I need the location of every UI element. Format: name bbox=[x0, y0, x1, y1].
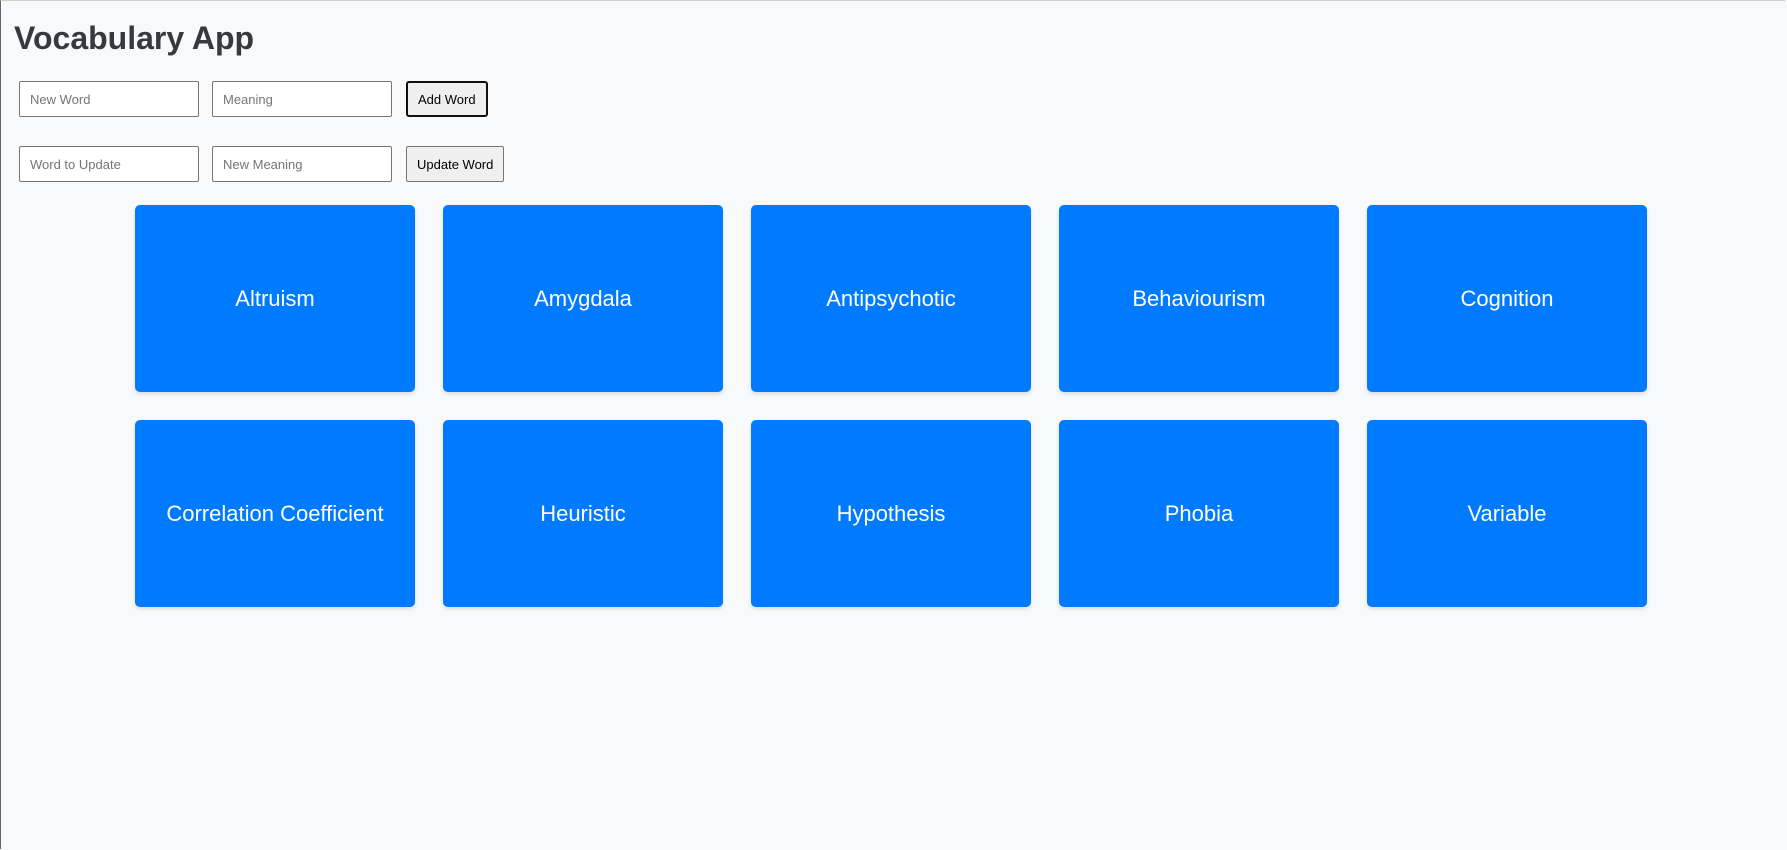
word-card-label: Cognition bbox=[1460, 285, 1554, 311]
word-card[interactable]: Phobia bbox=[1059, 420, 1339, 607]
meaning-input[interactable] bbox=[212, 81, 392, 117]
word-card[interactable]: Heuristic bbox=[443, 420, 723, 607]
word-card-label: Heuristic bbox=[540, 500, 626, 526]
word-card[interactable]: Altruism bbox=[135, 205, 415, 392]
word-card-label: Hypothesis bbox=[836, 500, 946, 526]
word-card-label: Altruism bbox=[235, 285, 315, 311]
word-card-label: Correlation Coefficient bbox=[166, 500, 384, 526]
word-card[interactable]: Cognition bbox=[1367, 205, 1647, 392]
word-card-label: Amygdala bbox=[534, 285, 632, 311]
word-to-update-input[interactable] bbox=[19, 146, 199, 182]
word-card[interactable]: Amygdala bbox=[443, 205, 723, 392]
word-card[interactable]: Antipsychotic bbox=[751, 205, 1031, 392]
word-card-label: Phobia bbox=[1164, 500, 1234, 526]
page-title: Vocabulary App bbox=[14, 20, 255, 56]
word-card-grid: Altruism Amygdala Antipsychotic Behaviou… bbox=[135, 205, 1647, 607]
add-word-form: Add Word bbox=[19, 81, 488, 117]
word-card-label: Variable bbox=[1467, 500, 1547, 526]
word-card[interactable]: Correlation Coefficient bbox=[135, 420, 415, 607]
new-meaning-input[interactable] bbox=[212, 146, 392, 182]
word-card[interactable]: Hypothesis bbox=[751, 420, 1031, 607]
word-card-label: Antipsychotic bbox=[826, 285, 956, 311]
add-word-button[interactable]: Add Word bbox=[406, 81, 488, 117]
word-card-label: Behaviourism bbox=[1132, 285, 1266, 311]
update-word-button[interactable]: Update Word bbox=[406, 146, 505, 182]
update-word-form: Update Word bbox=[19, 146, 505, 182]
new-word-input[interactable] bbox=[19, 81, 199, 117]
word-card[interactable]: Variable bbox=[1367, 420, 1647, 607]
word-card[interactable]: Behaviourism bbox=[1059, 205, 1339, 392]
